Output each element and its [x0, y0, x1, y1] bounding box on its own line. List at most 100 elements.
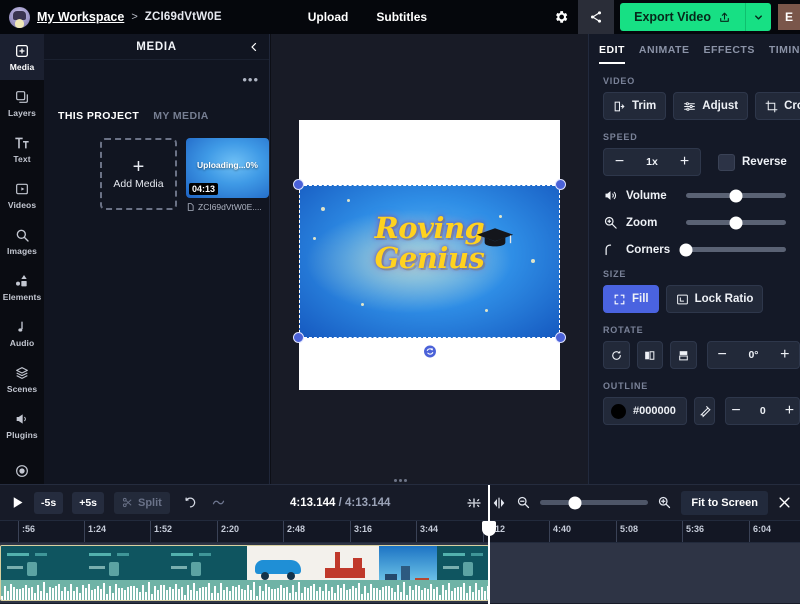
media-thumbnail[interactable]: Uploading...0% 04:13 [186, 138, 269, 198]
zoom-out-button[interactable] [516, 495, 531, 510]
video-clip-preview[interactable]: Roving Genius [299, 185, 560, 338]
outline-decrease-button[interactable]: − [726, 398, 745, 424]
volume-slider[interactable] [686, 193, 786, 198]
waveform-bar [235, 587, 237, 600]
playhead[interactable] [488, 485, 490, 604]
resize-handle-top-left[interactable] [293, 179, 304, 190]
settings-button[interactable] [544, 0, 578, 34]
upload-arrow-icon [718, 11, 731, 24]
media-item[interactable]: Uploading...0% 04:13 ZCI69dVtW0E.... [186, 138, 269, 212]
sidebar-item-layers[interactable]: Layers [0, 80, 44, 126]
sidebar-label: Videos [8, 200, 36, 210]
back-5s-button[interactable]: -5s [34, 492, 63, 514]
zoom-in-button[interactable] [657, 495, 672, 510]
waveform-bar [217, 593, 219, 600]
sidebar-item-text[interactable]: Text [0, 126, 44, 172]
flip-horizontal-button[interactable] [637, 341, 664, 369]
rotate-value: 0° [736, 349, 770, 361]
rotate-increase-button[interactable]: + [770, 342, 799, 368]
breadcrumb: My Workspace > ZCI69dVtW0E [0, 7, 222, 28]
speed-decrease-button[interactable]: − [604, 149, 635, 175]
speed-increase-button[interactable]: + [669, 149, 700, 175]
fill-button[interactable]: Fill [603, 285, 659, 313]
workspace-link[interactable]: My Workspace [37, 10, 124, 24]
rotate-decrease-button[interactable]: − [708, 342, 737, 368]
outline-color-swatch[interactable] [611, 404, 626, 419]
split-marker-button[interactable] [491, 495, 507, 511]
playhead-knob[interactable] [482, 521, 496, 536]
eyedropper-button[interactable] [694, 397, 716, 425]
timeline-toolbar: -5s +5s Split 4:13.144 / 4:13.144 [0, 485, 800, 521]
corners-slider[interactable] [686, 247, 786, 252]
trim-button[interactable]: Trim [603, 92, 666, 120]
tab-my-media[interactable]: MY MEDIA [153, 110, 209, 122]
sidebar-item-plugins[interactable]: Plugins [0, 402, 44, 448]
ruler-tick-label: 5:36 [686, 524, 704, 534]
timeline-ruler[interactable]: :561:241:522:202:483:163:444:124:405:085… [0, 521, 800, 543]
rotate-icon [610, 349, 623, 362]
share-button[interactable] [578, 0, 614, 34]
corners-slider-thumb[interactable] [680, 243, 693, 256]
subtitles-button[interactable]: Subtitles [376, 10, 427, 24]
upload-button[interactable]: Upload [308, 10, 349, 24]
export-dropdown-button[interactable] [745, 3, 771, 31]
volume-slider-thumb[interactable] [730, 189, 743, 202]
play-button[interactable] [10, 495, 25, 510]
redo-button[interactable] [211, 495, 226, 510]
add-media-button[interactable]: + Add Media [100, 138, 177, 210]
flip-vertical-button[interactable] [670, 341, 697, 369]
waveform-bar [106, 594, 108, 600]
adjust-button[interactable]: Adjust [673, 92, 748, 120]
ruler-tick-label: 1:24 [88, 524, 106, 534]
reverse-checkbox[interactable] [718, 154, 735, 171]
flip-vertical-icon [677, 349, 690, 362]
snap-magnet-button[interactable] [466, 495, 482, 511]
timeline-zoom-thumb[interactable] [568, 496, 581, 509]
waveform-bar [271, 589, 273, 600]
sidebar-item-audio[interactable]: Audio [0, 310, 44, 356]
user-avatar[interactable]: E [778, 4, 800, 30]
fit-to-screen-button[interactable]: Fit to Screen [681, 491, 768, 515]
waveform-bar [10, 584, 12, 600]
sidebar-item-scenes[interactable]: Scenes [0, 356, 44, 402]
export-video-button[interactable]: Export Video [620, 3, 745, 31]
waveform-bar [286, 587, 288, 600]
media-panel-title: MEDIA [136, 41, 177, 53]
tab-animate[interactable]: ANIMATE [639, 44, 690, 64]
split-button[interactable]: Split [114, 492, 170, 514]
timeline-zoom-slider[interactable] [540, 500, 648, 505]
resize-handle-bottom-right[interactable] [555, 332, 566, 343]
timeline-track-area[interactable] [0, 543, 800, 603]
sidebar-item-images[interactable]: Images [0, 218, 44, 264]
tab-edit[interactable]: EDIT [599, 44, 625, 64]
sidebar-item-media[interactable]: Media [0, 34, 44, 80]
collapse-panel-button[interactable] [246, 39, 262, 55]
crop-button[interactable]: Crop [755, 92, 800, 120]
waveform-bar [28, 588, 30, 600]
outline-increase-button[interactable]: + [780, 398, 799, 424]
zoom-slider[interactable] [686, 220, 786, 225]
workspace-avatar[interactable] [9, 7, 30, 28]
tab-timing[interactable]: TIMING [769, 44, 800, 64]
sidebar-item-videos[interactable]: Videos [0, 172, 44, 218]
outline-color-field[interactable]: #000000 [603, 397, 687, 425]
tab-this-project[interactable]: THIS PROJECT [58, 110, 139, 122]
waveform-bar [352, 586, 354, 600]
forward-5s-button[interactable]: +5s [72, 492, 104, 514]
sidebar-item-elements[interactable]: Elements [0, 264, 44, 310]
resize-handle-bottom-left[interactable] [293, 332, 304, 343]
rotate-handle[interactable] [422, 344, 437, 359]
waveform-bar [67, 591, 69, 600]
rotate-button[interactable] [603, 341, 630, 369]
panel-resize-handle[interactable] [389, 477, 411, 484]
lock-ratio-button[interactable]: Lock Ratio [666, 285, 764, 313]
scenes-stack-icon [14, 365, 30, 381]
close-timeline-button[interactable] [777, 495, 792, 510]
zoom-slider-thumb[interactable] [730, 216, 743, 229]
tab-effects[interactable]: EFFECTS [703, 44, 754, 64]
resize-handle-top-right[interactable] [555, 179, 566, 190]
canvas-stage[interactable]: Roving Genius [271, 34, 588, 484]
undo-button[interactable] [183, 495, 198, 510]
timeline-clip[interactable] [0, 545, 489, 601]
media-more-button[interactable]: ••• [242, 76, 259, 84]
